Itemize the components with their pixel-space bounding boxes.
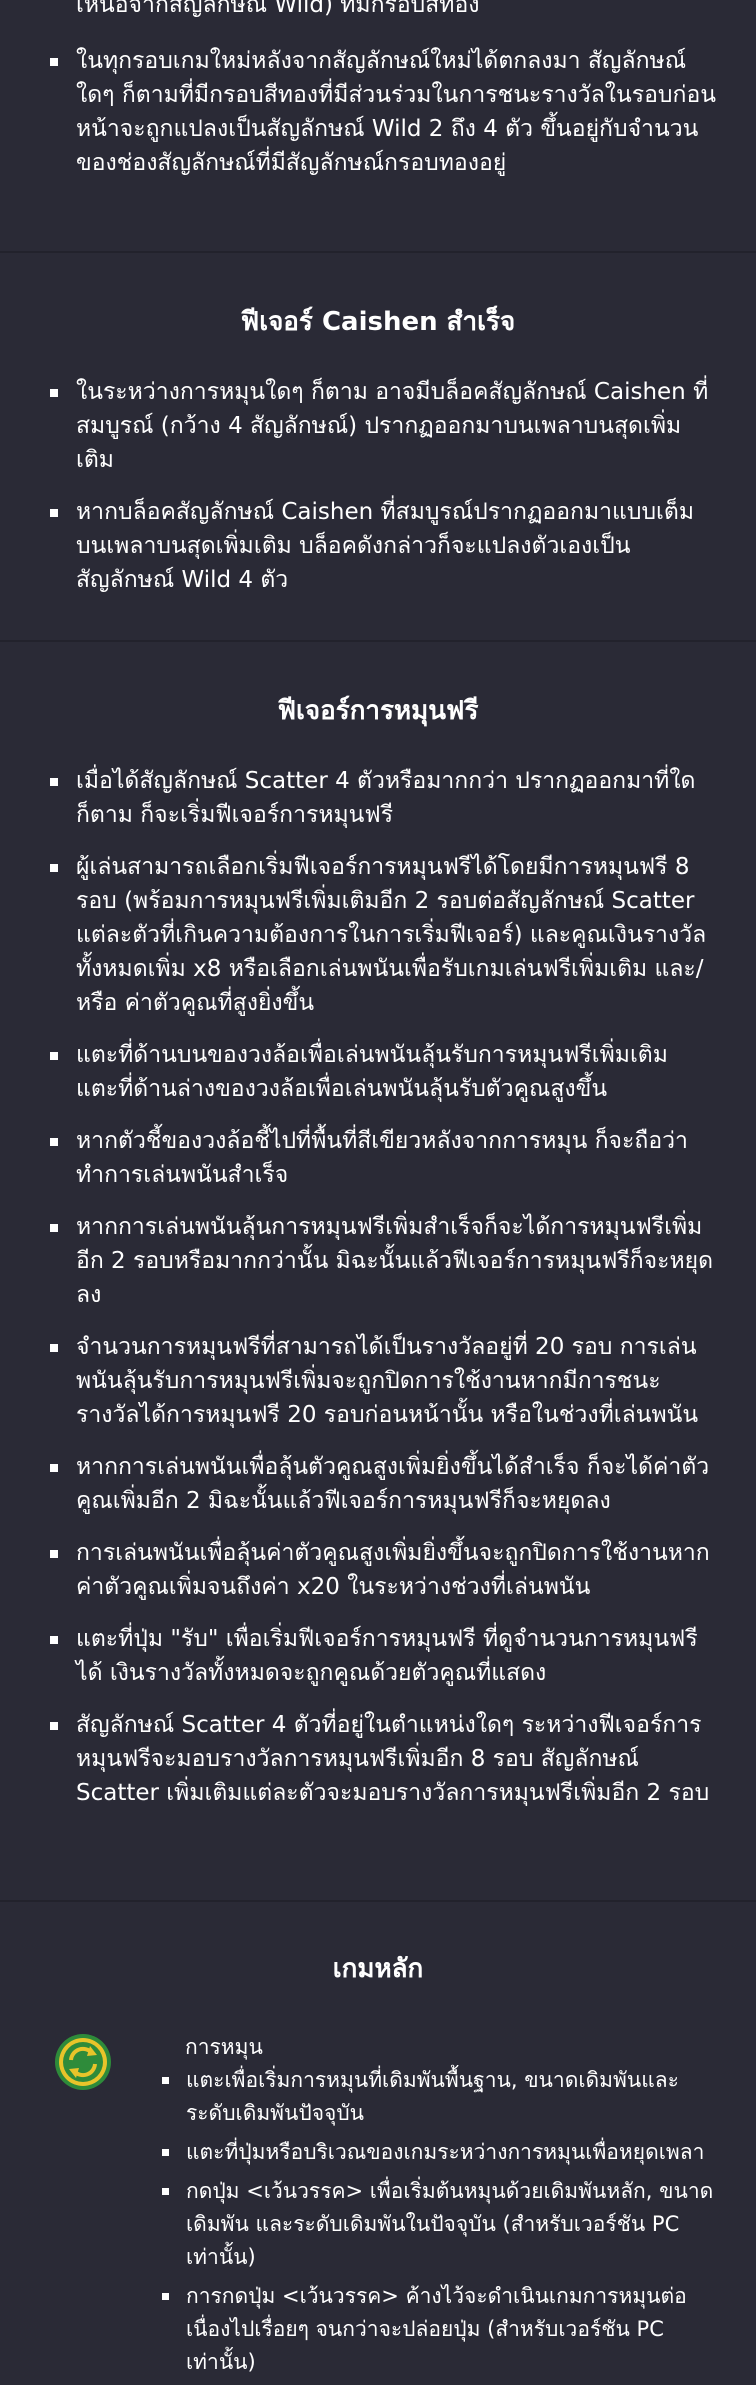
- list-item: จำนวนการหมุนฟรีที่สามารถได้เป็นรางวัลอยู…: [46, 1330, 716, 1432]
- list-item: สัญลักษณ์ Scatter 4 ตัวที่อยู่ในตำแหน่งใ…: [46, 1708, 716, 1810]
- section-title: เกมหลัก: [332, 1954, 424, 1984]
- caishen-list: ในระหว่างการหมุนใดๆ ก็ตาม อาจมีบล็อคสัญล…: [46, 375, 716, 615]
- section-title: ฟีเจอร์การหมุนฟรี: [277, 696, 479, 726]
- list-item: หากตัวชี้ของวงล้อชี้ไปที่พื้นที่สีเขียวห…: [46, 1124, 716, 1192]
- list-item: หากการเล่นพนันเพื่อลุ้นตัวคูณสูงเพิ่มยิ่…: [46, 1450, 716, 1518]
- section-title: ฟีเจอร์ Caishen สำเร็จ: [240, 307, 516, 337]
- list-item: หากการเล่นพนันลุ้นการหมุนฟรีเพิ่มสำเร็จก…: [46, 1210, 716, 1312]
- wild-section-list: ในทุกรอบเกมใหม่หลังจากสัญลักษณ์ใหม่ได้ตก…: [46, 44, 716, 198]
- list-item: ในทุกรอบเกมใหม่หลังจากสัญลักษณ์ใหม่ได้ตก…: [46, 44, 716, 180]
- list-item: การกดปุ่ม <เว้นวรรค> ค้างไว้จะดำเนินเกมก…: [160, 2280, 720, 2379]
- spin-label: การหมุน: [185, 2035, 263, 2059]
- list-item: ในระหว่างการหมุนใดๆ ก็ตาม อาจมีบล็อคสัญล…: [46, 375, 716, 477]
- list-item: แตะที่ปุ่มหรือบริเวณของเกมระหว่างการหมุน…: [160, 2136, 720, 2169]
- list-item: แตะที่ปุ่ม "รับ" เพื่อเริ่มฟีเจอร์การหมุ…: [46, 1622, 716, 1690]
- list-item: กดปุ่ม <เว้นวรรค> เพื่อเริ่มต้นหมุนด้วยเ…: [160, 2175, 720, 2274]
- list-item: หากบล็อคสัญลักษณ์ Caishen ที่สมบูรณ์ปราก…: [46, 495, 716, 597]
- free-spin-section: ฟีเจอร์การหมุนฟรี เมื่อได้สัญลักษณ์ Scat…: [0, 642, 756, 1900]
- spin-icon: [55, 2034, 111, 2090]
- list-item: การเล่นพนันเพื่อลุ้นค่าตัวคูณสูงเพิ่มยิ่…: [46, 1536, 716, 1604]
- list-item: แตะที่ด้านบนของวงล้อเพื่อเล่นพนันลุ้นรับ…: [46, 1038, 716, 1106]
- list-item: แตะเพื่อเริ่มการหมุนที่เดิมพันพื้นฐาน, ข…: [160, 2064, 720, 2130]
- free-spin-list: เมื่อได้สัญลักษณ์ Scatter 4 ตัวหรือมากกว…: [46, 764, 716, 1828]
- wild-section-fragment: เหนือจากสัญลักษณ์ Wild) ที่มีกรอบสีทอง: [76, 0, 480, 18]
- list-item: ผู้เล่นสามารถเลือกเริ่มฟีเจอร์การหมุนฟรี…: [46, 850, 716, 1020]
- caishen-section: ฟีเจอร์ Caishen สำเร็จ ในระหว่างการหมุนใ…: [0, 253, 756, 643]
- spin-list: แตะเพื่อเริ่มการหมุนที่เดิมพันพื้นฐาน, ข…: [160, 2064, 720, 2385]
- list-item: เมื่อได้สัญลักษณ์ Scatter 4 ตัวหรือมากกว…: [46, 764, 716, 832]
